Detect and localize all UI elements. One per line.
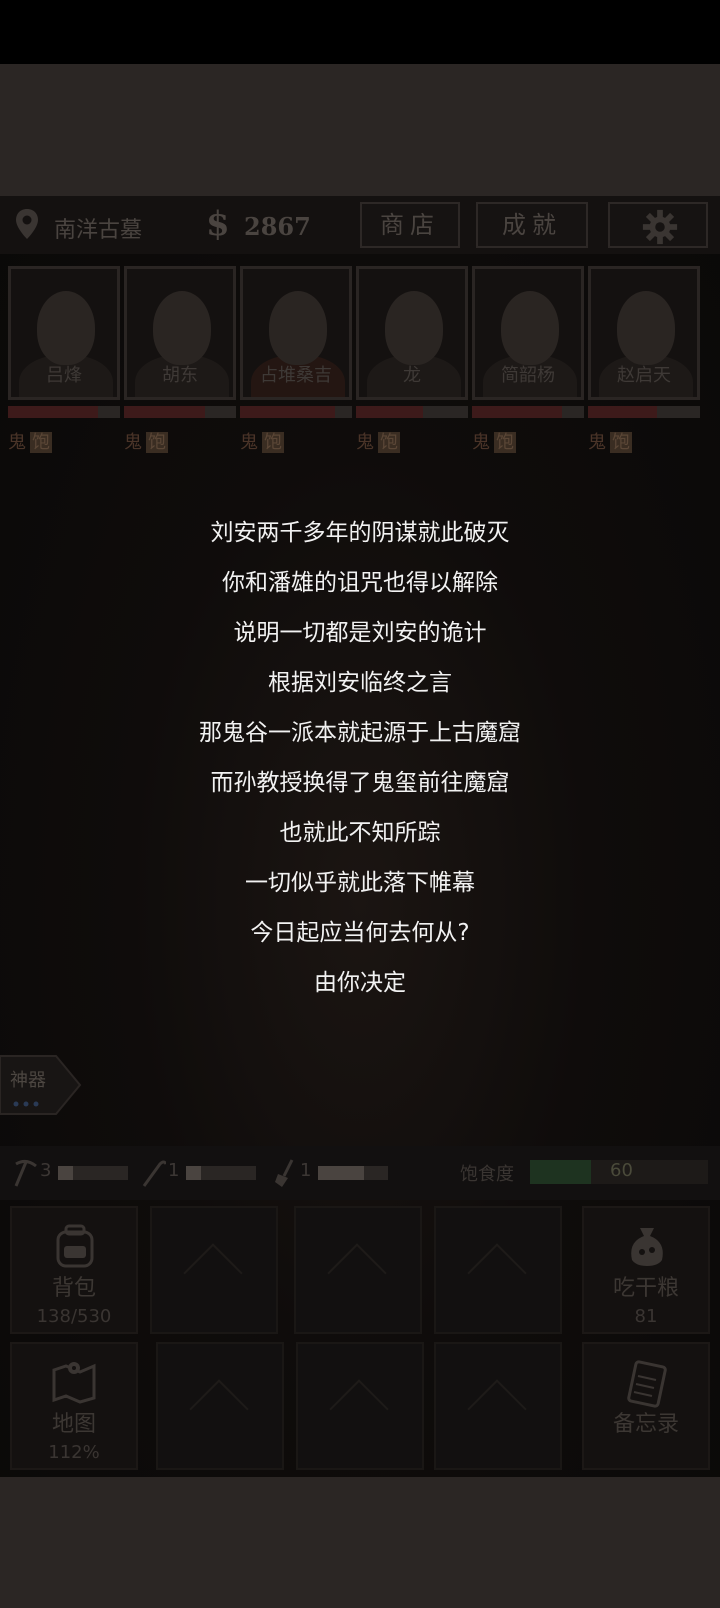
map-icon [52,1362,96,1404]
character-portrait: 占堆桑吉 [240,266,352,400]
empty-slot [434,1342,562,1470]
story-text[interactable]: 刘安两千多年的阴谋就此破灭 你和潘雄的诅咒也得以解除 说明一切都是刘安的诡计 根… [0,508,720,1008]
character-name: 赵启天 [617,365,671,386]
status-tags: 鬼饱 [8,432,52,453]
character-card[interactable]: 简韶杨 鬼饱 [472,266,584,454]
backpack-label: 背包 [51,1276,96,1301]
achievement-button[interactable]: 成就 [476,202,588,248]
character-portrait: 龙 [356,266,468,400]
map-label: 地图 [51,1412,96,1437]
tool-crowbar: 1 [140,1158,256,1188]
empty-slot [434,1206,562,1334]
status-tags: 鬼饱 [124,432,168,453]
tool-count: 1 [168,1160,180,1181]
character-portrait: 吕烽 [8,266,120,400]
empty-slot [294,1206,422,1334]
empty-slot [156,1342,284,1470]
eat-rations-label: 吃干粮 [612,1276,679,1301]
story-line: 刘安两千多年的阴谋就此破灭 [210,520,510,546]
settings-button[interactable] [608,202,708,248]
location-pin-icon [16,209,38,239]
eat-rations-button[interactable]: 吃干粮 81 [582,1206,710,1334]
character-card[interactable]: 胡东 鬼饱 [124,266,236,454]
currency-symbol: $ [206,204,230,244]
satiety-label: 饱食度 [460,1164,514,1185]
crowbar-icon [142,1160,168,1187]
status-tags: 鬼饱 [588,432,632,453]
artifact-label: 神器 [10,1070,46,1091]
bottom-letterbox [0,1477,720,1608]
health-bar [588,406,700,418]
tool-durability [186,1166,256,1180]
artifact-tab[interactable]: 神器 [0,1052,82,1118]
story-line: 今日起应当何去何从? [250,920,470,946]
pickaxe-icon [14,1159,37,1187]
health-bar [472,406,584,418]
character-card[interactable]: 占堆桑吉 鬼饱 [240,266,352,454]
character-name: 吕烽 [46,365,82,386]
status-tags: 鬼饱 [356,432,400,453]
backpack-capacity: 138/530 [36,1306,112,1327]
location-name: 南洋古墓 [54,218,143,243]
character-name: 胡东 [162,365,198,386]
rations-count: 81 [634,1306,658,1327]
top-header: 南洋古墓 $ 2867 商店 成就 [0,196,720,254]
shop-button[interactable]: 商店 [360,202,460,248]
story-line: 一切似乎就此落下帷幕 [245,870,475,896]
empty-slot [150,1206,278,1334]
backpack-button[interactable]: 背包 138/530 [10,1206,138,1334]
character-portrait: 简韶杨 [472,266,584,400]
money-amount: 2867 [244,212,311,241]
memo-label: 备忘录 [612,1412,679,1437]
character-name: 简韶杨 [501,365,555,386]
empty-slot [296,1342,424,1470]
stats-bar: 3 1 1 饱食度 60 [0,1146,720,1200]
story-line: 你和潘雄的诅咒也得以解除 [222,570,498,596]
tool-durability [58,1166,128,1180]
tool-durability [318,1166,388,1180]
character-card[interactable]: 吕烽 鬼饱 [8,266,120,454]
food-bag-icon [631,1228,663,1266]
memo-button[interactable]: 备忘录 [582,1342,710,1470]
tool-count: 3 [40,1160,52,1181]
top-letterbox [0,64,720,196]
tool-pickaxe: 3 [12,1158,128,1188]
character-portrait: 胡东 [124,266,236,400]
game-screen: 南洋古墓 $ 2867 商店 成就 吕烽 鬼 饱 胡东 鬼 饱 占堆桑吉 鬼 饱… [0,196,720,1477]
health-bar [240,406,352,418]
story-line: 由你决定 [314,970,406,996]
character-name: 龙 [403,365,421,386]
status-bar-area [0,0,720,64]
character-card[interactable]: 龙 鬼饱 [356,266,468,454]
gear-icon [642,209,678,245]
health-bar [356,406,468,418]
character-name: 占堆桑吉 [260,365,332,386]
story-line: 那鬼谷一派本就起源于上古魔窟 [199,720,521,746]
health-bar [124,406,236,418]
tool-shovel: 1 [272,1158,388,1188]
status-tags: 鬼饱 [472,432,516,453]
tool-count: 1 [300,1160,312,1181]
map-button[interactable]: 地图 112% [10,1342,138,1470]
status-tags: 鬼饱 [240,432,284,453]
character-card[interactable]: 赵启天 鬼饱 [588,266,700,454]
health-bar [8,406,120,418]
story-line: 根据刘安临终之言 [268,670,452,696]
satiety-value: 60 [610,1160,633,1181]
story-line: 而孙教授换得了鬼玺前往魔窟 [210,770,510,796]
story-line: 说明一切都是刘安的诡计 [233,620,487,646]
character-portrait: 赵启天 [588,266,700,400]
memo-icon [627,1360,667,1408]
story-line: 也就此不知所踪 [279,820,441,846]
map-progress: 112% [48,1442,100,1463]
shovel-icon [275,1159,294,1187]
backpack-icon [56,1224,94,1268]
